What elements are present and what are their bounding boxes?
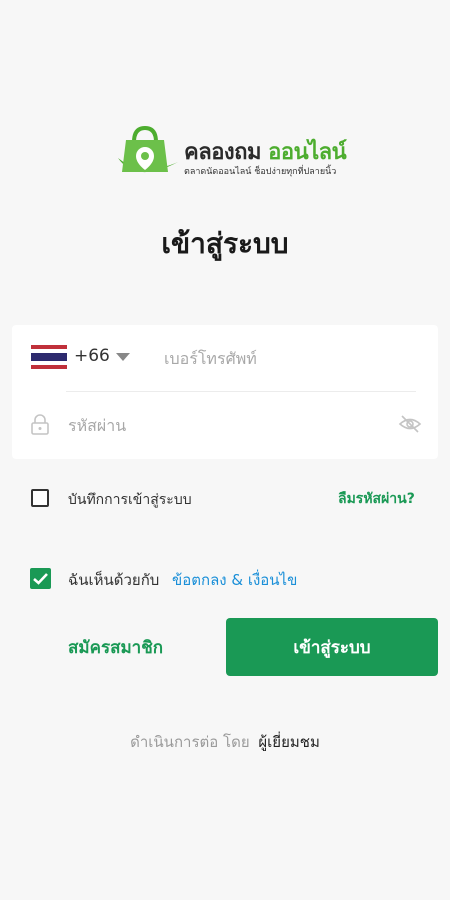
- terms-checkbox[interactable]: [30, 568, 51, 589]
- brand-name-part1: คลองถม: [184, 140, 261, 165]
- chevron-down-icon[interactable]: [116, 353, 130, 361]
- thailand-flag-icon: [31, 345, 67, 369]
- country-code[interactable]: +66: [74, 346, 110, 366]
- page-title: เข้าสู่ระบบ: [161, 227, 289, 260]
- guest-row: ดำเนินการต่อ โดย ผู้เยี่ยมชม: [0, 730, 450, 754]
- terms-link[interactable]: ข้อตกลง & เงื่อนไข: [172, 568, 297, 592]
- checkmark-icon: [33, 573, 48, 585]
- lock-icon: [31, 414, 49, 435]
- register-button[interactable]: สมัครสมาชิก: [56, 632, 180, 662]
- phone-input[interactable]: [162, 343, 416, 373]
- brand-name-part2: ออนไลน์: [268, 140, 347, 165]
- remember-me-checkbox[interactable]: [31, 489, 49, 507]
- brand-tagline: ตลาดนัดออนไลน์ ช็อปง่ายทุกที่ปลายนิ้ว: [184, 167, 337, 177]
- password-input[interactable]: [66, 410, 390, 440]
- brand-logo: คลองถม ออนไลน์ ตลาดนัดออนไลน์ ช็อปง่ายทุ…: [108, 124, 358, 188]
- forgot-password-link[interactable]: ลืมรหัสผ่าน?: [338, 488, 415, 510]
- terms-prefix-label: ฉันเห็นด้วยกับ: [68, 571, 160, 589]
- guest-prefix: ดำเนินการต่อ โดย: [130, 733, 250, 751]
- eye-off-icon[interactable]: [398, 414, 422, 434]
- guest-link[interactable]: ผู้เยี่ยมชม: [258, 733, 319, 751]
- shopping-bag-pin-icon: [118, 125, 178, 173]
- login-button[interactable]: เข้าสู่ระบบ: [226, 618, 438, 676]
- remember-me-label: บันทึกการเข้าสู่ระบบ: [68, 492, 192, 508]
- login-form-card: +66: [12, 325, 438, 459]
- divider: [66, 391, 416, 392]
